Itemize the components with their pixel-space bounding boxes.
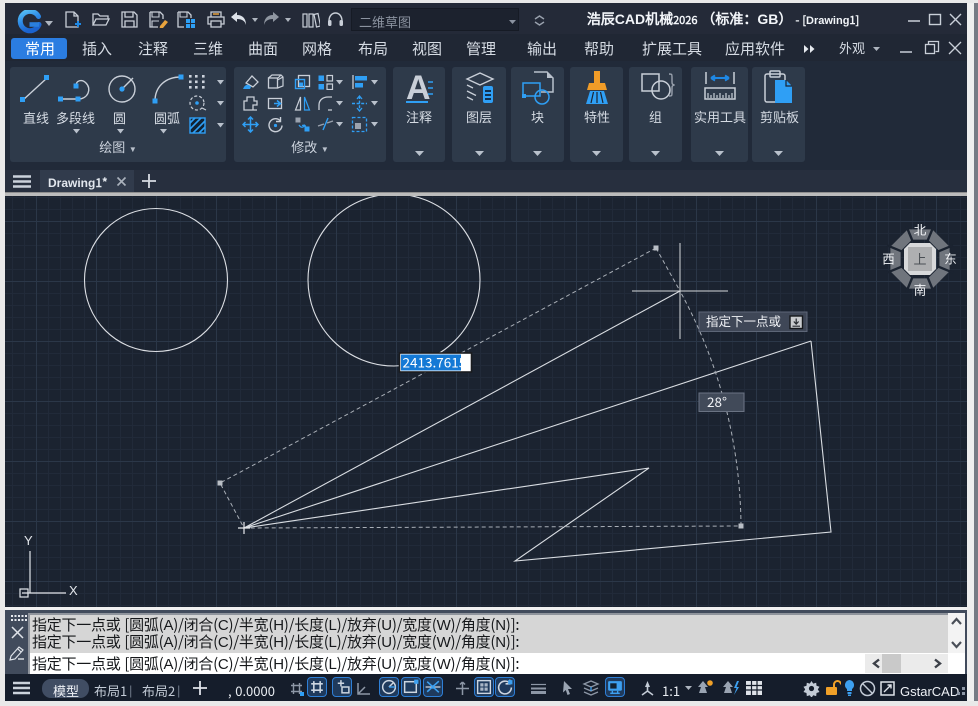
svg-text:Y: Y [24,530,33,549]
svg-text:28°: 28° [707,391,727,411]
svg-text:西: 西 [882,249,895,268]
svg-text:2413.7615: 2413.7615 [403,352,467,372]
svg-text:上: 上 [913,249,926,268]
svg-text:东: 东 [944,249,957,268]
svg-text:X: X [69,580,78,599]
svg-text:指定下一点或: 指定下一点或 [706,311,782,330]
svg-text:A: A [406,70,431,106]
svg-text:北: 北 [914,220,927,239]
svg-text:南: 南 [914,280,927,299]
